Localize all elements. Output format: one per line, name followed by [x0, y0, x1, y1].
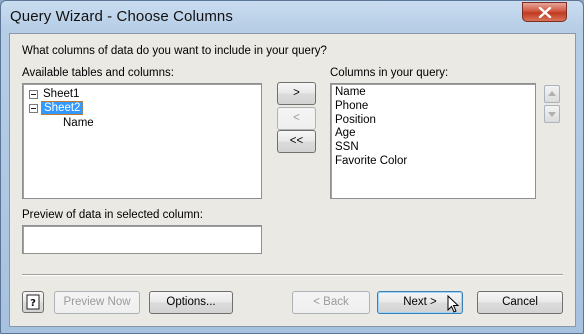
move-down-icon [548, 112, 556, 117]
tree-item-label: Name [63, 117, 94, 129]
options-button[interactable]: Options... [149, 291, 233, 314]
mouse-cursor-icon [447, 295, 460, 313]
list-item[interactable]: Position [335, 114, 376, 128]
title-bar[interactable]: Query Wizard - Choose Columns [1, 1, 583, 33]
add-column-button[interactable]: > [277, 82, 316, 105]
query-wizard-window: Query Wizard - Choose Columns What colum… [0, 0, 584, 334]
available-label: Available tables and columns: [22, 67, 174, 79]
list-item[interactable]: Age [335, 127, 355, 141]
tree-item-name[interactable]: Name [63, 117, 94, 131]
help-button[interactable]: ? [22, 291, 44, 313]
query-columns-list[interactable]: Name Phone Position Age SSN Favorite Col… [330, 83, 536, 199]
move-up-button[interactable] [544, 85, 560, 103]
close-button[interactable] [522, 2, 567, 22]
collapse-icon[interactable] [29, 104, 38, 113]
move-up-icon [548, 91, 556, 96]
remove-all-columns-button[interactable]: << [277, 130, 316, 153]
close-icon [538, 7, 552, 18]
columns-label: Columns in your query: [330, 67, 449, 79]
prompt-text: What columns of data do you want to incl… [22, 45, 327, 57]
remove-column-button[interactable]: < [277, 107, 316, 130]
tree-item-label: Sheet1 [43, 88, 80, 100]
preview-box [22, 225, 262, 254]
separator [22, 274, 563, 276]
help-icon: ? [26, 294, 40, 310]
window-title: Query Wizard - Choose Columns [10, 8, 233, 25]
list-item[interactable]: Phone [335, 100, 368, 114]
collapse-icon[interactable] [29, 90, 38, 99]
preview-label: Preview of data in selected column: [22, 209, 203, 221]
list-item[interactable]: SSN [335, 141, 359, 155]
dialog-body: What columns of data do you want to incl… [9, 33, 576, 327]
move-down-button[interactable] [544, 105, 560, 123]
preview-now-button[interactable]: Preview Now [54, 291, 140, 314]
cancel-button[interactable]: Cancel [477, 291, 563, 314]
tree-item-label: Sheet2 [41, 101, 84, 115]
list-item[interactable]: Name [335, 86, 366, 100]
available-tree[interactable]: Sheet1 Sheet2 Name [22, 83, 262, 199]
svg-text:?: ? [30, 298, 36, 309]
back-button[interactable]: < Back [292, 291, 370, 314]
list-item[interactable]: Favorite Color [335, 155, 407, 169]
